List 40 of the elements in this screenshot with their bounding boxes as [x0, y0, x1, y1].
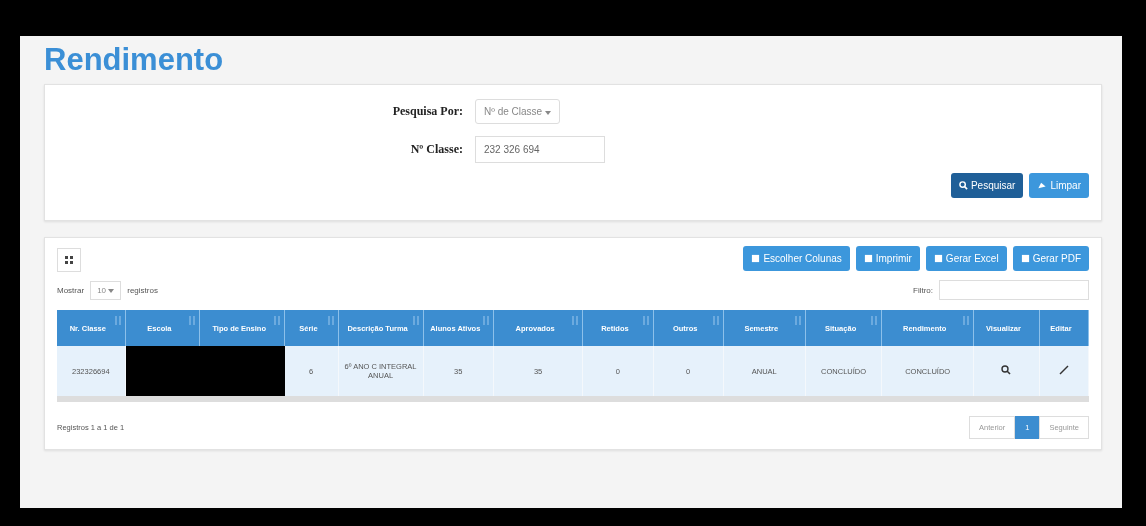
show-label: Mostrar: [57, 285, 85, 295]
export-button[interactable]: Escolher Colunas: [743, 245, 850, 271]
square-icon: [751, 253, 761, 263]
square-icon: [863, 253, 873, 263]
class-number-field[interactable]: 232 326 694: [475, 136, 605, 163]
sort-icon[interactable]: [114, 316, 121, 325]
eraser-icon: [1037, 181, 1048, 190]
caret-icon: [544, 111, 551, 115]
search-icon[interactable]: [1001, 365, 1012, 375]
sort-icon[interactable]: [189, 316, 196, 325]
square-icon: [933, 253, 943, 263]
expand-icon: [64, 255, 74, 265]
page-size-select[interactable]: 10: [90, 280, 122, 300]
search-by-select[interactable]: Nº de Classe: [475, 99, 560, 124]
export-button[interactable]: Imprimir: [855, 245, 920, 271]
sort-icon[interactable]: [327, 316, 334, 325]
export-button[interactable]: Gerar PDF: [1012, 245, 1089, 271]
sort-icon[interactable]: [962, 316, 969, 325]
sort-icon[interactable]: [642, 316, 649, 325]
sort-icon[interactable]: [482, 316, 489, 325]
field-label: Nº Classe:: [409, 142, 463, 157]
filter-label: Filtro:: [913, 285, 933, 295]
expand-button[interactable]: [57, 248, 81, 272]
search-icon: [958, 181, 968, 190]
search-button[interactable]: Pesquisar: [950, 173, 1024, 198]
filter-field[interactable]: [939, 280, 1089, 300]
page-title: Rendimento: [44, 42, 225, 78]
pencil-icon[interactable]: [1058, 365, 1069, 375]
sort-icon[interactable]: [412, 316, 419, 325]
clear-button[interactable]: Limpar: [1029, 173, 1089, 198]
square-icon: [1020, 253, 1030, 263]
sort-icon[interactable]: [712, 316, 719, 325]
export-button[interactable]: Gerar Excel: [925, 245, 1007, 271]
field-label: Pesquisa Por:: [391, 104, 463, 119]
records-label: registros: [127, 285, 158, 295]
sort-icon[interactable]: [274, 316, 281, 325]
sort-icon[interactable]: [572, 316, 579, 325]
sort-icon[interactable]: [871, 316, 878, 325]
caret-icon: [108, 288, 115, 293]
sort-icon[interactable]: [794, 316, 801, 325]
